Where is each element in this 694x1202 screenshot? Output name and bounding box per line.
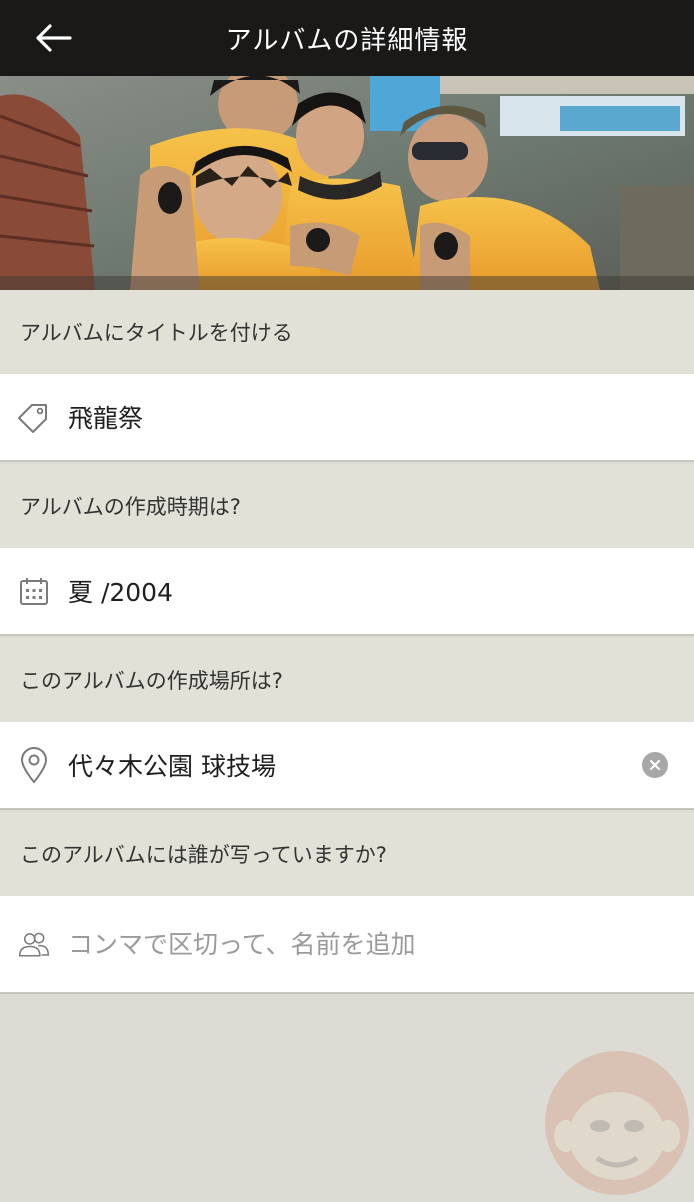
people-section-label: このアルバムには誰が写っていますか? xyxy=(0,812,694,896)
page-title: アルバムの詳細情報 xyxy=(225,25,469,56)
location-pin-icon xyxy=(18,747,50,784)
people-names-input[interactable] xyxy=(68,929,694,959)
album-title-value[interactable]: 飛龍祭 xyxy=(68,399,694,435)
app-header: アルバムの詳細情報 xyxy=(0,0,694,76)
album-location-value[interactable]: 代々木公園 球技場 xyxy=(68,747,642,783)
watermark-logo xyxy=(542,1048,692,1198)
date-field[interactable]: 夏 /2004 xyxy=(0,548,694,636)
title-field[interactable]: 飛龍祭 xyxy=(0,374,694,462)
people-field[interactable] xyxy=(0,896,694,994)
album-cover-photo xyxy=(0,76,694,290)
arrow-left-icon xyxy=(36,24,72,52)
title-section-label: アルバムにタイトルを付ける xyxy=(0,290,694,374)
people-icon xyxy=(18,928,50,960)
calendar-icon xyxy=(18,575,50,607)
album-date-value[interactable]: 夏 /2004 xyxy=(68,573,694,609)
location-section-label: このアルバムの作成場所は? xyxy=(0,638,694,722)
location-field[interactable]: 代々木公園 球技場 xyxy=(0,722,694,810)
clear-location-button[interactable] xyxy=(642,752,668,778)
date-section-label: アルバムの作成時期は? xyxy=(0,464,694,548)
back-button[interactable] xyxy=(30,18,74,58)
clear-icon xyxy=(649,759,661,771)
tag-icon xyxy=(18,401,50,433)
